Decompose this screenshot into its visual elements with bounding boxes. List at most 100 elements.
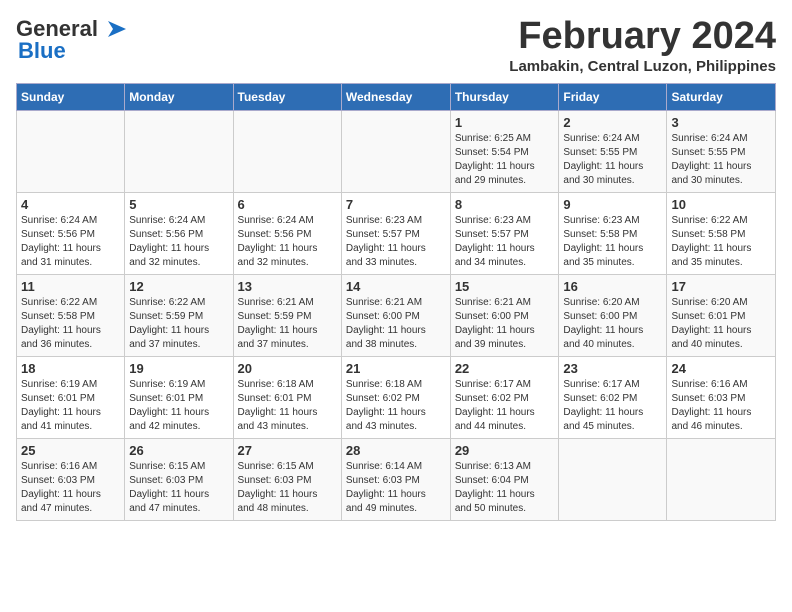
day-number: 12 <box>129 279 228 294</box>
day-info: Sunrise: 6:20 AM Sunset: 6:00 PM Dayligh… <box>563 296 662 352</box>
day-info: Sunrise: 6:24 AM Sunset: 5:55 PM Dayligh… <box>563 132 662 188</box>
week-row: 18 Sunrise: 6:19 AM Sunset: 6:01 PM Dayli… <box>17 356 776 438</box>
day-number: 5 <box>129 197 228 212</box>
day-number: 24 <box>671 361 771 376</box>
day-number: 20 <box>238 361 337 376</box>
day-number: 11 <box>21 279 120 294</box>
weekday-header: Wednesday <box>341 83 450 110</box>
calendar-table: SundayMondayTuesdayWednesdayThursdayFrid… <box>16 83 776 521</box>
day-info: Sunrise: 6:21 AM Sunset: 5:59 PM Dayligh… <box>238 296 337 352</box>
day-number: 1 <box>455 115 555 130</box>
day-number: 22 <box>455 361 555 376</box>
day-info: Sunrise: 6:19 AM Sunset: 6:01 PM Dayligh… <box>129 378 228 434</box>
day-number: 2 <box>563 115 662 130</box>
calendar-cell <box>17 110 125 192</box>
weekday-header: Saturday <box>667 83 776 110</box>
calendar-cell: 25 Sunrise: 6:16 AM Sunset: 6:03 PM Dayli… <box>17 438 125 520</box>
day-info: Sunrise: 6:24 AM Sunset: 5:56 PM Dayligh… <box>21 214 120 270</box>
day-number: 29 <box>455 443 555 458</box>
weekday-header: Monday <box>125 83 233 110</box>
calendar-subtitle: Lambakin, Central Luzon, Philippines <box>509 58 776 75</box>
calendar-cell: 8 Sunrise: 6:23 AM Sunset: 5:57 PM Daylig… <box>450 192 559 274</box>
calendar-body: 1 Sunrise: 6:25 AM Sunset: 5:54 PM Daylig… <box>17 110 776 520</box>
day-info: Sunrise: 6:14 AM Sunset: 6:03 PM Dayligh… <box>346 460 446 516</box>
day-number: 19 <box>129 361 228 376</box>
calendar-cell: 23 Sunrise: 6:17 AM Sunset: 6:02 PM Dayli… <box>559 356 667 438</box>
week-row: 11 Sunrise: 6:22 AM Sunset: 5:58 PM Dayli… <box>17 274 776 356</box>
day-info: Sunrise: 6:18 AM Sunset: 6:01 PM Dayligh… <box>238 378 337 434</box>
calendar-cell <box>233 110 341 192</box>
calendar-cell: 15 Sunrise: 6:21 AM Sunset: 6:00 PM Dayli… <box>450 274 559 356</box>
day-number: 16 <box>563 279 662 294</box>
day-info: Sunrise: 6:22 AM Sunset: 5:58 PM Dayligh… <box>21 296 120 352</box>
calendar-cell: 20 Sunrise: 6:18 AM Sunset: 6:01 PM Dayli… <box>233 356 341 438</box>
calendar-cell: 24 Sunrise: 6:16 AM Sunset: 6:03 PM Dayli… <box>667 356 776 438</box>
weekday-header: Thursday <box>450 83 559 110</box>
calendar-cell <box>559 438 667 520</box>
day-info: Sunrise: 6:25 AM Sunset: 5:54 PM Dayligh… <box>455 132 555 188</box>
weekday-header: Sunday <box>17 83 125 110</box>
calendar-cell: 9 Sunrise: 6:23 AM Sunset: 5:58 PM Daylig… <box>559 192 667 274</box>
day-info: Sunrise: 6:18 AM Sunset: 6:02 PM Dayligh… <box>346 378 446 434</box>
day-info: Sunrise: 6:15 AM Sunset: 6:03 PM Dayligh… <box>238 460 337 516</box>
logo-blue: Blue <box>18 38 66 64</box>
day-number: 27 <box>238 443 337 458</box>
calendar-cell: 14 Sunrise: 6:21 AM Sunset: 6:00 PM Dayli… <box>341 274 450 356</box>
day-info: Sunrise: 6:23 AM Sunset: 5:58 PM Dayligh… <box>563 214 662 270</box>
day-info: Sunrise: 6:17 AM Sunset: 6:02 PM Dayligh… <box>563 378 662 434</box>
header-row: SundayMondayTuesdayWednesdayThursdayFrid… <box>17 83 776 110</box>
day-number: 15 <box>455 279 555 294</box>
calendar-cell: 28 Sunrise: 6:14 AM Sunset: 6:03 PM Dayli… <box>341 438 450 520</box>
day-info: Sunrise: 6:24 AM Sunset: 5:56 PM Dayligh… <box>129 214 228 270</box>
calendar-cell: 7 Sunrise: 6:23 AM Sunset: 5:57 PM Daylig… <box>341 192 450 274</box>
day-number: 8 <box>455 197 555 212</box>
calendar-title: February 2024 <box>509 16 776 58</box>
day-number: 23 <box>563 361 662 376</box>
calendar-cell: 19 Sunrise: 6:19 AM Sunset: 6:01 PM Dayli… <box>125 356 233 438</box>
week-row: 25 Sunrise: 6:16 AM Sunset: 6:03 PM Dayli… <box>17 438 776 520</box>
day-info: Sunrise: 6:16 AM Sunset: 6:03 PM Dayligh… <box>21 460 120 516</box>
calendar-cell: 12 Sunrise: 6:22 AM Sunset: 5:59 PM Dayli… <box>125 274 233 356</box>
day-number: 25 <box>21 443 120 458</box>
calendar-cell <box>125 110 233 192</box>
day-info: Sunrise: 6:21 AM Sunset: 6:00 PM Dayligh… <box>455 296 555 352</box>
calendar-cell <box>341 110 450 192</box>
day-number: 6 <box>238 197 337 212</box>
calendar-cell: 11 Sunrise: 6:22 AM Sunset: 5:58 PM Dayli… <box>17 274 125 356</box>
day-number: 10 <box>671 197 771 212</box>
day-info: Sunrise: 6:24 AM Sunset: 5:56 PM Dayligh… <box>238 214 337 270</box>
calendar-cell: 1 Sunrise: 6:25 AM Sunset: 5:54 PM Daylig… <box>450 110 559 192</box>
day-info: Sunrise: 6:16 AM Sunset: 6:03 PM Dayligh… <box>671 378 771 434</box>
calendar-cell: 2 Sunrise: 6:24 AM Sunset: 5:55 PM Daylig… <box>559 110 667 192</box>
day-number: 26 <box>129 443 228 458</box>
logo-icon <box>98 19 128 41</box>
calendar-cell: 5 Sunrise: 6:24 AM Sunset: 5:56 PM Daylig… <box>125 192 233 274</box>
calendar-cell <box>667 438 776 520</box>
calendar-cell: 22 Sunrise: 6:17 AM Sunset: 6:02 PM Dayli… <box>450 356 559 438</box>
weekday-header: Friday <box>559 83 667 110</box>
day-info: Sunrise: 6:21 AM Sunset: 6:00 PM Dayligh… <box>346 296 446 352</box>
day-number: 9 <box>563 197 662 212</box>
day-info: Sunrise: 6:22 AM Sunset: 5:58 PM Dayligh… <box>671 214 771 270</box>
calendar-cell: 26Sunrise: 6:15 AM Sunset: 6:03 PM Dayli… <box>125 438 233 520</box>
day-number: 7 <box>346 197 446 212</box>
week-row: 1 Sunrise: 6:25 AM Sunset: 5:54 PM Daylig… <box>17 110 776 192</box>
day-info: Sunrise: 6:23 AM Sunset: 5:57 PM Dayligh… <box>455 214 555 270</box>
weekday-header: Tuesday <box>233 83 341 110</box>
calendar-cell: 4Sunrise: 6:24 AM Sunset: 5:56 PM Daylig… <box>17 192 125 274</box>
calendar-cell: 27 Sunrise: 6:15 AM Sunset: 6:03 PM Dayli… <box>233 438 341 520</box>
week-row: 4Sunrise: 6:24 AM Sunset: 5:56 PM Daylig… <box>17 192 776 274</box>
day-number: 14 <box>346 279 446 294</box>
title-area: February 2024 Lambakin, Central Luzon, P… <box>509 16 776 75</box>
day-info: Sunrise: 6:23 AM Sunset: 5:57 PM Dayligh… <box>346 214 446 270</box>
day-info: Sunrise: 6:20 AM Sunset: 6:01 PM Dayligh… <box>671 296 771 352</box>
day-info: Sunrise: 6:22 AM Sunset: 5:59 PM Dayligh… <box>129 296 228 352</box>
day-number: 13 <box>238 279 337 294</box>
day-number: 3 <box>671 115 771 130</box>
day-number: 28 <box>346 443 446 458</box>
day-info: Sunrise: 6:17 AM Sunset: 6:02 PM Dayligh… <box>455 378 555 434</box>
day-number: 21 <box>346 361 446 376</box>
day-number: 17 <box>671 279 771 294</box>
calendar-cell: 21 Sunrise: 6:18 AM Sunset: 6:02 PM Dayli… <box>341 356 450 438</box>
day-number: 18 <box>21 361 120 376</box>
